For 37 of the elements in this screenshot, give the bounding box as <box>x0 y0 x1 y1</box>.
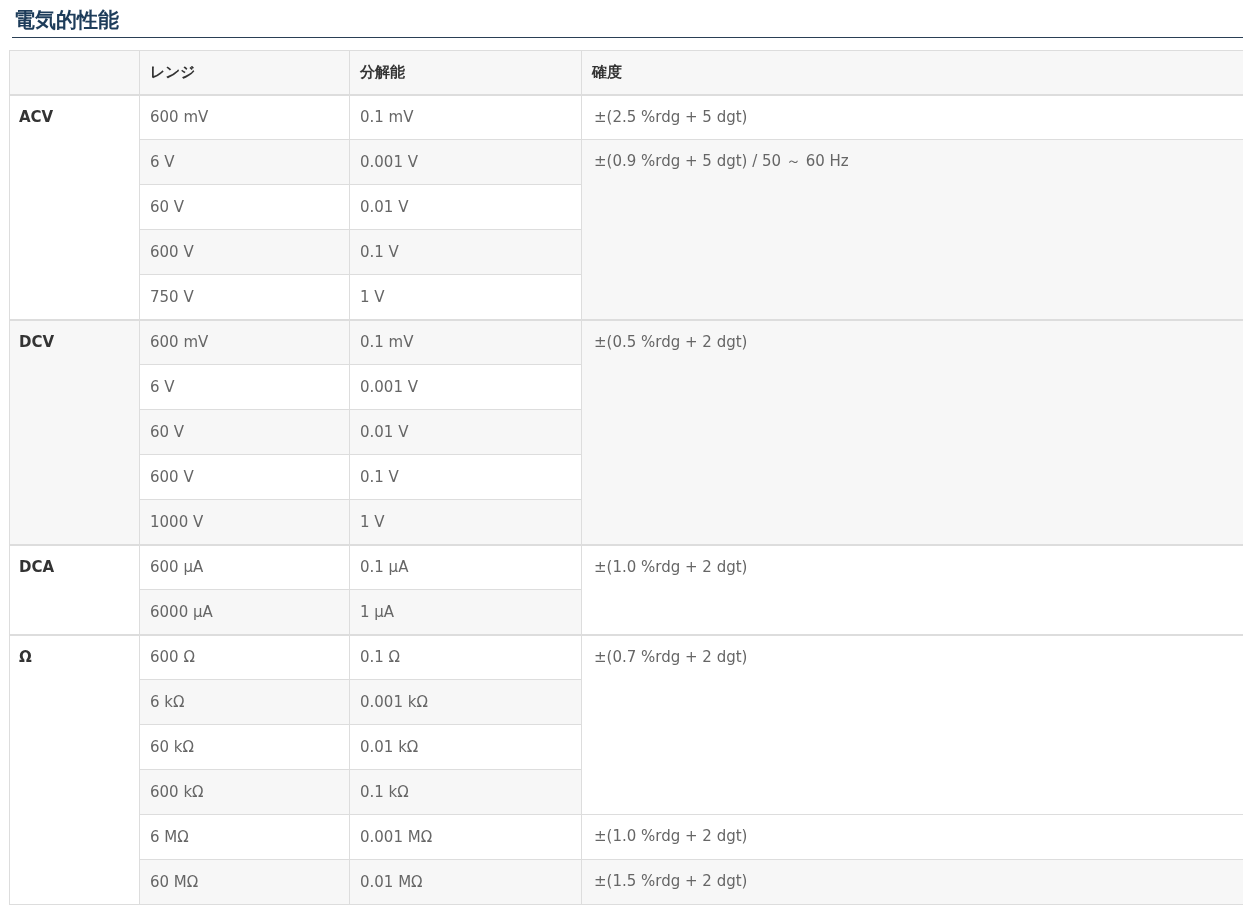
table-cell: 600 mV <box>139 94 350 140</box>
accuracy-text: ±(1.5 %rdg + 2 dgt) <box>594 872 748 890</box>
table-cell: 60 V <box>139 409 350 455</box>
row-group-label: DCV <box>19 332 55 351</box>
table-cell: 60 kΩ <box>139 724 350 770</box>
table-cell: 600 Ω <box>139 634 350 680</box>
accuracy-text: ±(0.9 %rdg + 5 dgt) / 50 ～ 60 Hz <box>594 152 849 170</box>
table-cell: 60 MΩ <box>139 859 350 905</box>
column-header: レンジ <box>150 63 195 81</box>
accuracy-text: ±(1.0 %rdg + 2 dgt) <box>594 827 748 845</box>
table-cell: 6 V <box>139 364 350 410</box>
table-cell: 0.1 Ω <box>349 634 582 680</box>
table-cell: 600 kΩ <box>139 769 350 815</box>
table-cell: 0.1 mV <box>349 94 582 140</box>
accuracy-text: ±(2.5 %rdg + 5 dgt) <box>594 107 748 126</box>
row-group-label: DCA <box>19 557 55 576</box>
table-cell: 6 MΩ <box>139 814 350 860</box>
column-header: 分解能 <box>360 63 405 81</box>
accuracy-text: ±(1.0 %rdg + 2 dgt) <box>594 557 748 576</box>
table-cell: 6 V <box>139 139 350 185</box>
accuracy-text: ±(0.7 %rdg + 2 dgt) <box>594 647 748 666</box>
table-cell: 0.001 V <box>349 139 582 185</box>
table-cell: 600 μA <box>139 544 350 590</box>
table-cell: 0.1 μA <box>349 544 582 590</box>
table-cell: 0.01 MΩ <box>349 859 582 905</box>
table-cell: 6 kΩ <box>139 679 350 725</box>
section-title: 電気的性能 <box>14 7 120 34</box>
row-group-label: ACV <box>19 107 54 126</box>
table-cell: 600 mV <box>139 319 350 365</box>
table-cell: 0.001 MΩ <box>349 814 582 860</box>
accuracy-text: ±(0.5 %rdg + 2 dgt) <box>594 332 748 351</box>
row-group-label: Ω <box>19 647 32 666</box>
table-cell: 60 V <box>139 184 350 230</box>
column-header: 確度 <box>592 63 622 81</box>
table-cell: 0.1 mV <box>349 319 582 365</box>
table-cell: 600 V <box>139 454 350 500</box>
table-cell: 600 V <box>139 229 350 275</box>
